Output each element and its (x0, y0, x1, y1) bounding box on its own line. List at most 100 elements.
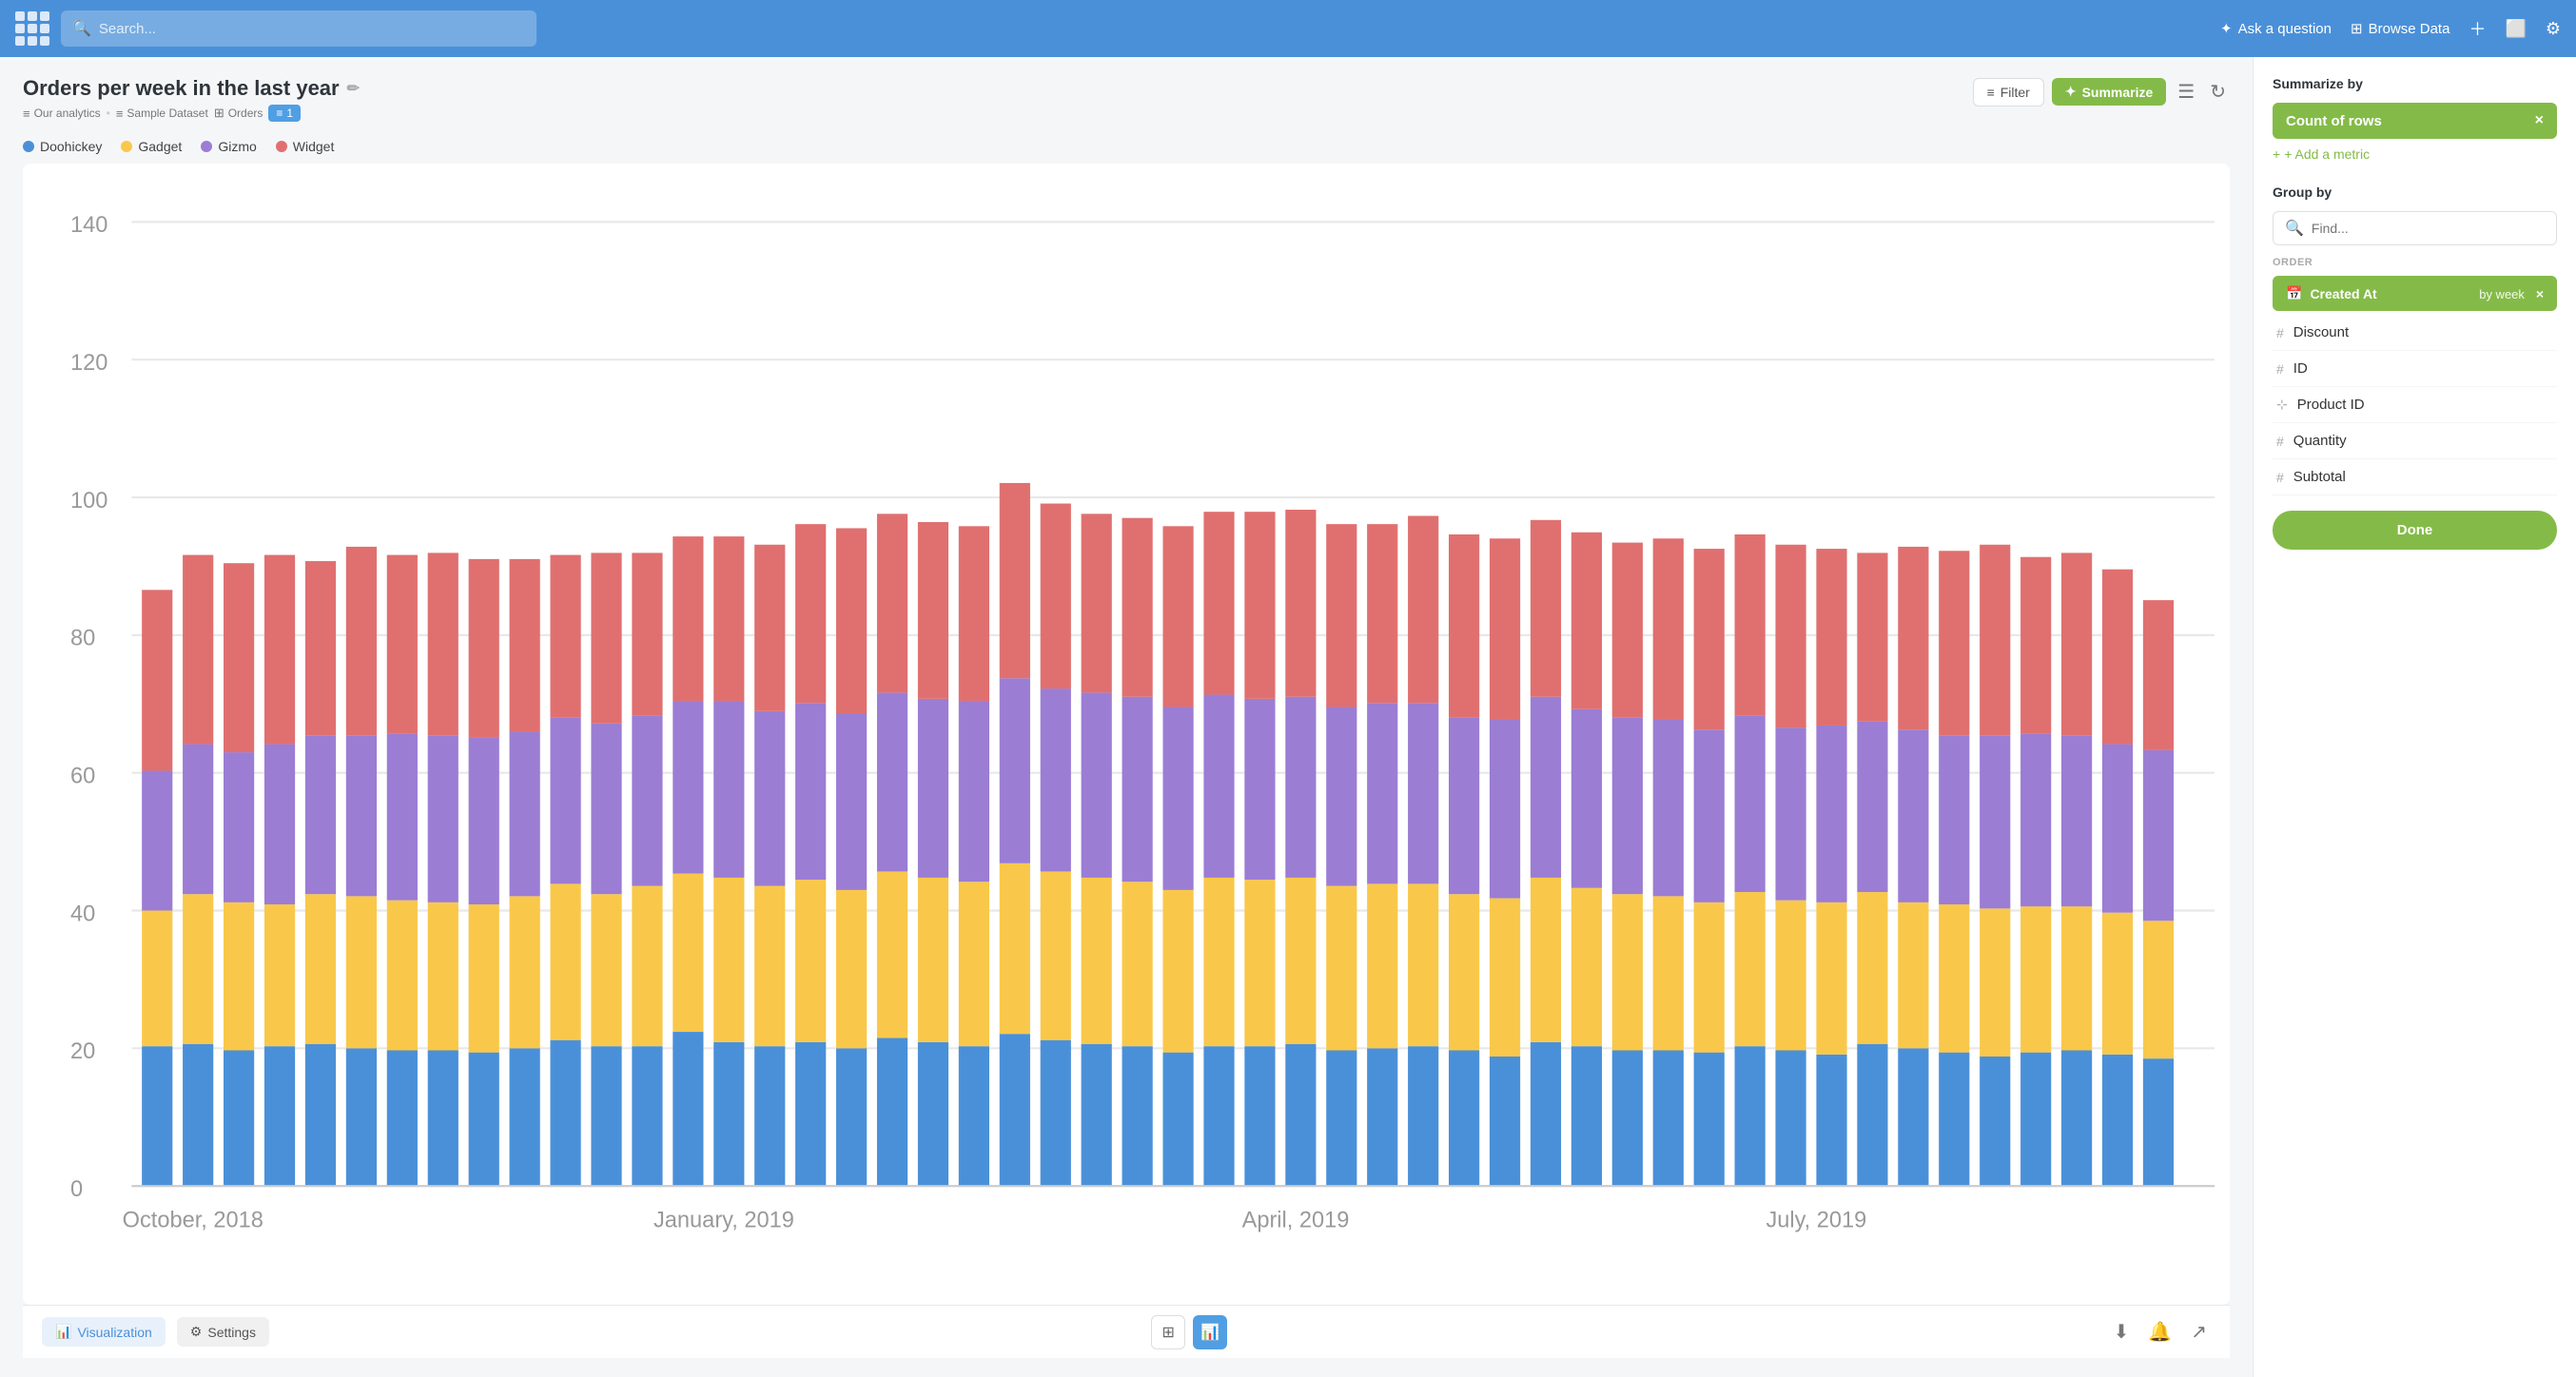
filter-icon: ≡ (1987, 85, 1995, 100)
group-option-id[interactable]: # ID (2273, 351, 2557, 387)
svg-text:80: 80 (70, 627, 95, 651)
plus-icon: ✦ (2220, 20, 2233, 37)
summarize-icon: ✦ (2065, 84, 2077, 100)
filter-icon: ≡ (276, 107, 283, 120)
option-icon: ⊹ (2276, 397, 2288, 413)
search-icon: 🔍 (72, 19, 91, 38)
option-label: Quantity (2293, 433, 2347, 449)
option-label: Product ID (2297, 397, 2365, 413)
chart-area: Orders per week in the last year ✏ ≡ Our… (0, 57, 2253, 1377)
svg-text:140: 140 (70, 213, 107, 238)
calendar-icon: 📅 (2286, 285, 2302, 301)
breadcrumb-analytics[interactable]: ≡ Our analytics (23, 107, 101, 121)
group-options-list: # Discount # ID ⊹ Product ID # Quantity … (2273, 315, 2557, 495)
settings-button[interactable]: ⚙ Settings (177, 1317, 269, 1347)
remove-metric-button[interactable]: × (2535, 112, 2544, 129)
legend-dot-doohickey (23, 141, 34, 152)
breadcrumb-dataset[interactable]: ≡ Sample Dataset (116, 107, 208, 121)
legend-dot-gadget (121, 141, 132, 152)
order-label: ORDER (2273, 257, 2557, 268)
chart-legend: Doohickey Gadget Gizmo Widget (23, 139, 2230, 154)
ask-question-button[interactable]: ✦ Ask a question (2220, 20, 2332, 37)
option-label: Subtotal (2293, 469, 2346, 485)
created-at-pill[interactable]: 📅 Created At by week × (2273, 276, 2557, 311)
plus-icon: + (2273, 146, 2280, 162)
breadcrumb: ≡ Our analytics • ≡ Sample Dataset ⊞ Ord… (23, 105, 360, 122)
option-icon: # (2276, 434, 2284, 449)
legend-dot-widget (276, 141, 287, 152)
group-option-product-id[interactable]: ⊹ Product ID (2273, 387, 2557, 423)
svg-text:40: 40 (70, 902, 95, 926)
created-at-label: Created At (2310, 286, 2376, 301)
svg-text:60: 60 (70, 764, 95, 788)
legend-label-doohickey: Doohickey (40, 139, 102, 154)
group-option-discount[interactable]: # Discount (2273, 315, 2557, 351)
refresh-button[interactable]: ↻ (2206, 76, 2230, 107)
bottom-bar: 📊 Visualization ⚙ Settings ⊞ 📊 ⬇ 🔔 ↗ (23, 1305, 2230, 1358)
by-week-label: by week (2479, 287, 2525, 301)
action-buttons: ⬇ 🔔 ↗ (2110, 1316, 2211, 1348)
group-search-input[interactable] (2312, 221, 2545, 236)
legend-gizmo: Gizmo (201, 139, 256, 154)
legend-doohickey: Doohickey (23, 139, 102, 154)
toolbar-right: ≡ Filter ✦ Summarize ☰ ↻ (1973, 76, 2230, 107)
remove-created-at-button[interactable]: × (2536, 286, 2544, 301)
count-of-rows-pill[interactable]: Count of rows × (2273, 103, 2557, 139)
sort-button[interactable]: ☰ (2174, 76, 2198, 107)
legend-label-widget: Widget (293, 139, 335, 154)
legend-widget: Widget (276, 139, 335, 154)
svg-text:120: 120 (70, 351, 107, 376)
group-by-title: Group by (2273, 184, 2557, 200)
page-title: Orders per week in the last year (23, 76, 340, 101)
search-bar[interactable]: 🔍 (61, 10, 537, 47)
option-icon: # (2276, 470, 2284, 485)
svg-text:January, 2019: January, 2019 (654, 1208, 794, 1232)
filter-badge[interactable]: ≡ 1 (268, 105, 301, 122)
svg-text:April, 2019: April, 2019 (1242, 1208, 1350, 1232)
svg-text:July, 2019: July, 2019 (1766, 1208, 1866, 1232)
chart-svg: 0 20 40 60 80 100 120 140 (70, 179, 2215, 1248)
metric-label: Count of rows (2286, 113, 2382, 129)
svg-text:October, 2018: October, 2018 (123, 1208, 263, 1232)
table-view-button[interactable]: ⊞ (1151, 1315, 1185, 1349)
add-metric-button[interactable]: + + Add a metric (2273, 146, 2557, 162)
summarize-by-title: Summarize by (2273, 76, 2557, 91)
option-icon: # (2276, 361, 2284, 377)
settings-icon[interactable]: ⚙ (2546, 19, 2561, 39)
search-input[interactable] (99, 21, 525, 37)
edit-title-icon[interactable]: ✏ (347, 79, 360, 98)
bar-chart-icon: 📊 (55, 1324, 71, 1340)
filter-button[interactable]: ≡ Filter (1973, 78, 2044, 107)
right-panel: Summarize by Count of rows × + + Add a m… (2253, 57, 2576, 1377)
app-logo[interactable] (15, 11, 49, 46)
browse-data-button[interactable]: ⊞ Browse Data (2351, 20, 2449, 37)
fullscreen-icon[interactable]: ⬜ (2505, 19, 2526, 39)
legend-label-gadget: Gadget (138, 139, 182, 154)
chart-header: Orders per week in the last year ✏ ≡ Our… (23, 76, 2230, 122)
svg-text:0: 0 (70, 1177, 83, 1202)
group-option-quantity[interactable]: # Quantity (2273, 423, 2557, 459)
legend-gadget: Gadget (121, 139, 182, 154)
legend-label-gizmo: Gizmo (218, 139, 256, 154)
topnav: 🔍 ✦ Ask a question ⊞ Browse Data ＋ ⬜ ⚙ (0, 0, 2576, 57)
group-by-section: Group by 🔍 ORDER 📅 Created At by week × (2273, 184, 2557, 495)
main-layout: Orders per week in the last year ✏ ≡ Our… (0, 57, 2576, 1377)
download-button[interactable]: ⬇ (2110, 1316, 2134, 1348)
legend-dot-gizmo (201, 141, 212, 152)
group-option-subtotal[interactable]: # Subtotal (2273, 459, 2557, 495)
alert-button[interactable]: 🔔 (2144, 1316, 2176, 1348)
done-button[interactable]: Done (2273, 511, 2557, 550)
visualization-button[interactable]: 📊 Visualization (42, 1317, 166, 1347)
summarize-button[interactable]: ✦ Summarize (2052, 78, 2166, 106)
add-button[interactable]: ＋ (2469, 16, 2486, 41)
breadcrumb-table[interactable]: ⊞ Orders (214, 106, 263, 121)
svg-text:100: 100 (70, 489, 107, 514)
gear-icon: ⚙ (190, 1324, 203, 1340)
group-search-box[interactable]: 🔍 (2273, 211, 2557, 245)
share-button[interactable]: ↗ (2187, 1316, 2211, 1348)
grid-icon: ⊞ (2351, 20, 2363, 37)
chart-view-button[interactable]: 📊 (1193, 1315, 1227, 1349)
option-label: ID (2293, 360, 2308, 377)
chart-container: 0 20 40 60 80 100 120 140 (23, 164, 2230, 1305)
svg-text:20: 20 (70, 1039, 95, 1064)
